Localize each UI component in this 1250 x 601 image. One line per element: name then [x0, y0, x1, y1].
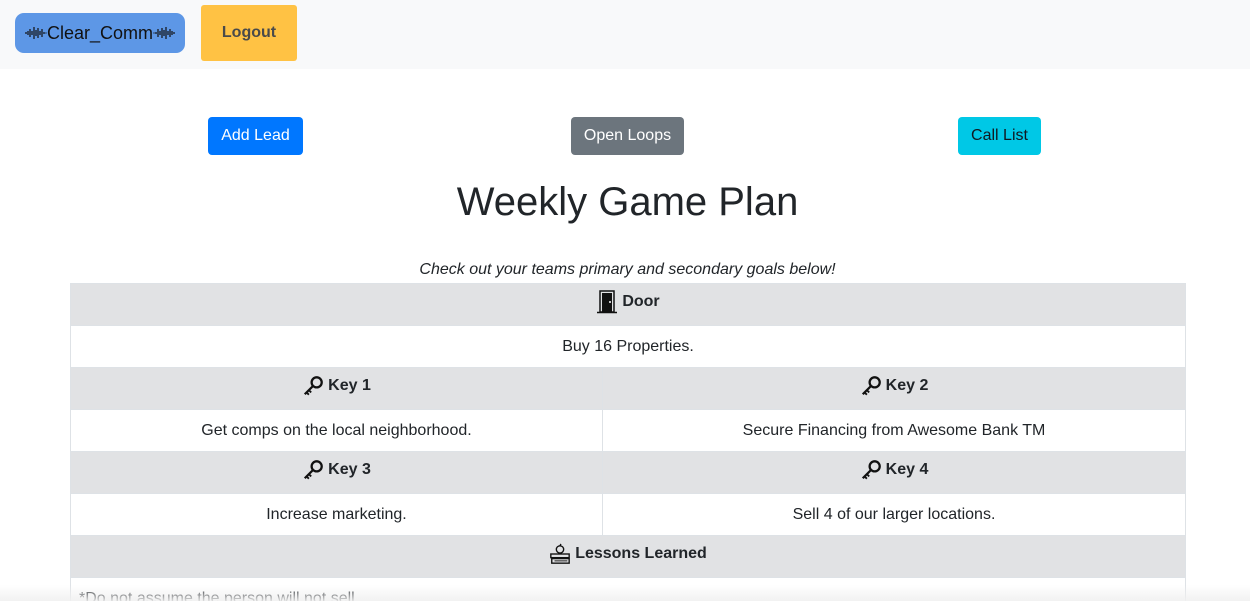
- open-loops-button[interactable]: Open Loops: [571, 117, 684, 155]
- lessons-label: Lessons Learned: [575, 544, 707, 562]
- door-label: Door: [622, 292, 660, 310]
- game-plan-table: Door Buy 16 Properties. Key 1 Key 2 Get …: [70, 283, 1186, 601]
- lessons-header: Lessons Learned: [70, 535, 1186, 578]
- key-3-label: Key 3: [328, 460, 371, 478]
- key-2-header: Key 2: [602, 367, 1186, 410]
- brand-logo-button[interactable]: Clear_Comm: [15, 13, 185, 53]
- key-icon: [302, 459, 324, 481]
- door-goal: Buy 16 Properties.: [70, 325, 1186, 368]
- key-4-header: Key 4: [602, 451, 1186, 494]
- key-3-goal: Increase marketing.: [70, 493, 603, 536]
- call-list-button[interactable]: Call List: [958, 117, 1041, 155]
- key-icon: [860, 375, 882, 397]
- brand-label: Clear_Comm: [46, 22, 154, 43]
- key-2-label: Key 2: [885, 376, 929, 394]
- page-subtitle: Check out your teams primary and seconda…: [419, 261, 836, 278]
- key-icon: [302, 375, 324, 397]
- key-4-goal: Sell 4 of our larger locations.: [602, 493, 1186, 536]
- page-title: Weekly Game Plan: [456, 180, 799, 224]
- key-1-label: Key 1: [328, 376, 371, 394]
- sound-wave-icon: [153, 26, 175, 40]
- books-apple-icon: [549, 543, 571, 565]
- scroll-fade: [0, 585, 1250, 601]
- sound-wave-icon: [25, 26, 47, 40]
- add-lead-button[interactable]: Add Lead: [208, 117, 303, 155]
- key-1-goal: Get comps on the local neighborhood.: [70, 409, 603, 452]
- key-4-label: Key 4: [885, 460, 929, 478]
- navbar: Clear_Comm Logout: [0, 0, 1250, 69]
- door-icon: [596, 289, 618, 313]
- key-1-header: Key 1: [70, 367, 603, 410]
- door-header: Door: [70, 283, 1186, 326]
- key-2-goal: Secure Financing from Awesome Bank TM: [602, 409, 1186, 452]
- key-icon: [860, 459, 882, 481]
- logout-button[interactable]: Logout: [201, 5, 297, 61]
- key-3-header: Key 3: [70, 451, 603, 494]
